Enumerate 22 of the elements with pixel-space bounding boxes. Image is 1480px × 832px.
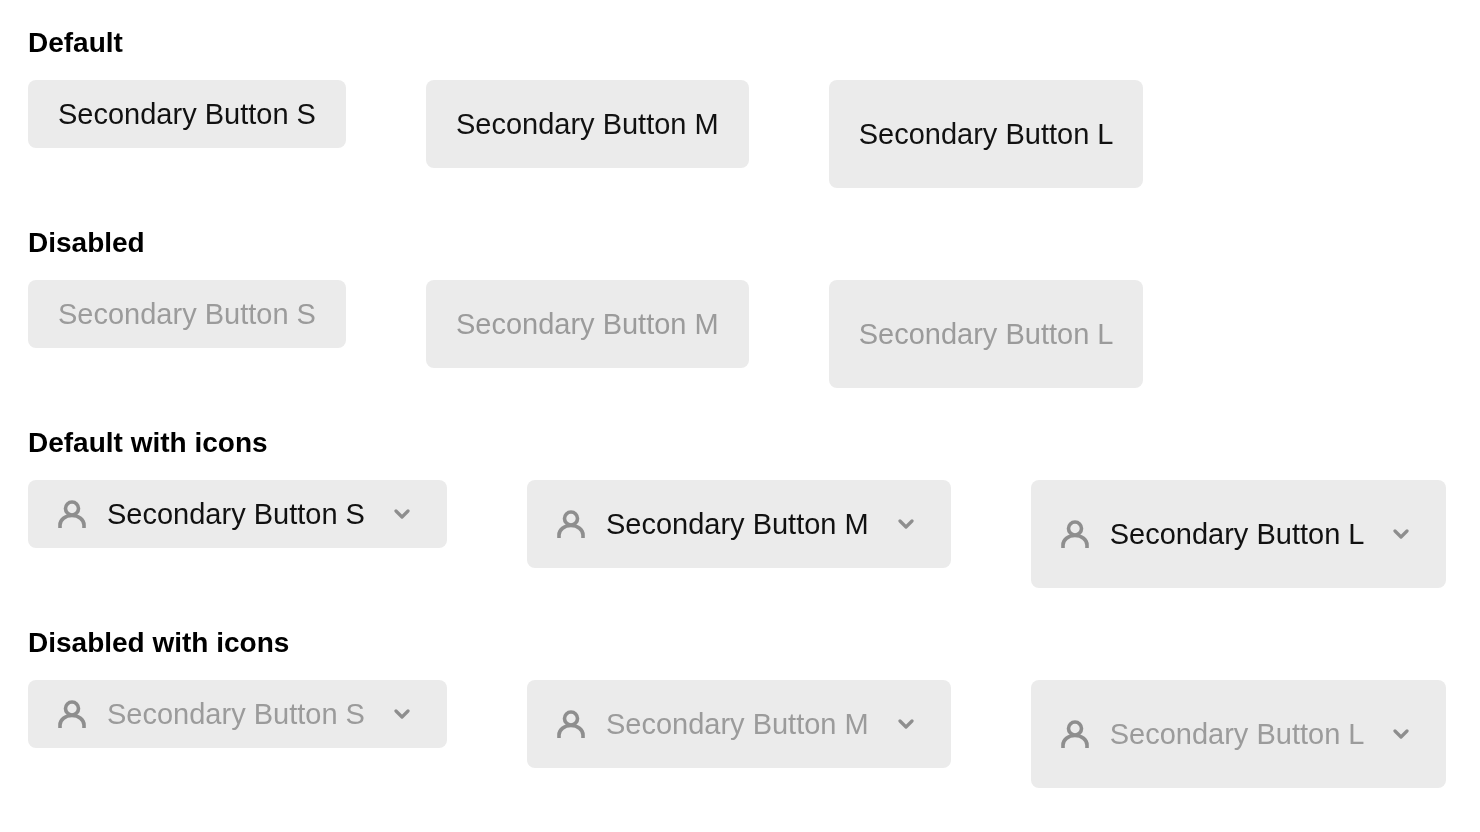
secondary-button[interactable]: Secondary Button S bbox=[28, 80, 346, 148]
secondary-button[interactable]: Secondary Button M bbox=[425, 80, 749, 168]
chevron-down-icon bbox=[1393, 729, 1410, 739]
person-icon bbox=[556, 510, 585, 538]
secondary-button[interactable]: Secondary Button S bbox=[28, 480, 447, 548]
chevron-down-icon bbox=[393, 509, 410, 519]
section-heading: Disabled with icons bbox=[28, 629, 290, 657]
secondary-button[interactable]: Secondary Button M bbox=[526, 480, 951, 568]
person-icon bbox=[556, 710, 585, 738]
person-icon bbox=[58, 700, 86, 728]
person-icon bbox=[1060, 520, 1089, 548]
section-heading: Default bbox=[28, 29, 123, 57]
section-heading: Disabled bbox=[28, 229, 145, 257]
chevron-down-icon bbox=[897, 519, 914, 529]
chevron-down-icon bbox=[393, 709, 410, 719]
person-icon bbox=[58, 500, 86, 528]
person-icon bbox=[1060, 720, 1089, 748]
secondary-button[interactable]: Secondary Button L bbox=[828, 80, 1144, 188]
section-heading: Default with icons bbox=[28, 429, 268, 457]
chevron-down-icon bbox=[897, 719, 914, 729]
chevron-down-icon bbox=[1393, 529, 1410, 539]
secondary-button[interactable]: Secondary Button L bbox=[1030, 480, 1447, 588]
